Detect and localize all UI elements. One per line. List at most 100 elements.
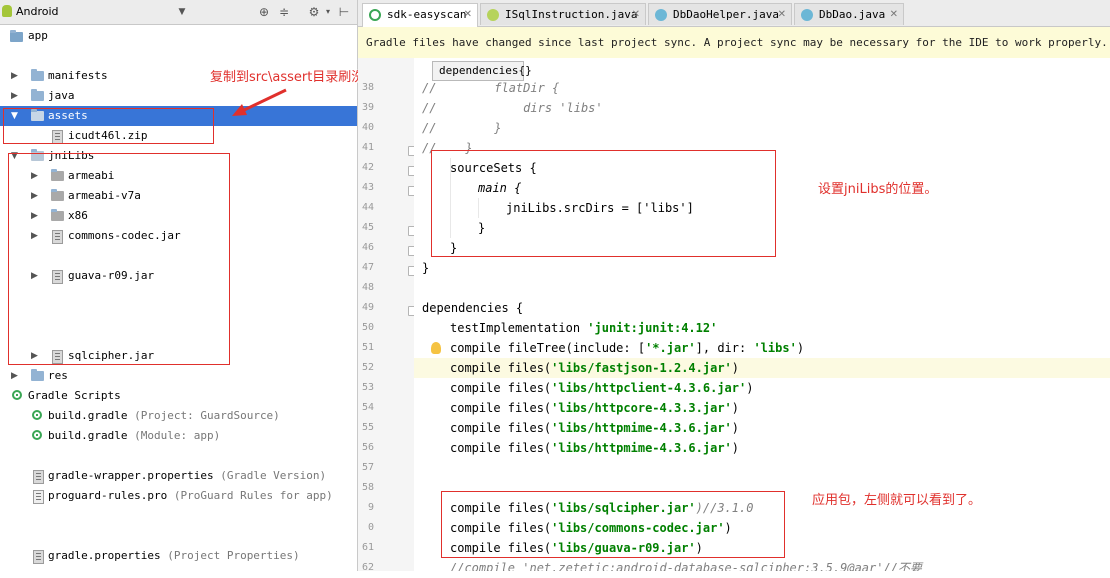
line-number: 47: [361, 262, 374, 273]
gradle-icon: [12, 390, 22, 400]
line-number: 52: [361, 362, 374, 373]
project-panel: Android ▼ ⊕ ≑ ⚙ ▾ ⊢ app ▶ manifests ▶ ja…: [0, 0, 358, 571]
tree-item-label: gradle-wrapper.properties: [48, 469, 214, 482]
tree-item-label: build.gradle: [48, 429, 128, 442]
tree-item-note: (Module: app): [134, 429, 221, 442]
tree-item-note: (Project Properties): [167, 549, 300, 562]
code-line: compile files('libs/httpclient-4.3.6.jar…: [450, 381, 754, 395]
code-line: compile fileTree(include: ['*.jar'], dir…: [450, 341, 805, 355]
interface-icon: [487, 9, 499, 21]
line-number: 43: [361, 182, 374, 193]
tree-item-note: (Gradle Version): [220, 469, 327, 482]
highlight-box-assets: [3, 108, 214, 144]
sync-icon[interactable]: ⊕: [256, 4, 272, 20]
line-number: 46: [361, 242, 374, 253]
line-number: 42: [361, 162, 374, 173]
line-number: 62: [361, 562, 374, 573]
tree-item-res[interactable]: ▶ res: [0, 366, 357, 386]
folder-icon: [31, 369, 44, 381]
code-line: // }: [422, 121, 502, 135]
collapse-icon[interactable]: ≑: [276, 4, 292, 20]
gradle-icon: [369, 9, 381, 21]
tree-item-note: (Project: GuardSource): [134, 409, 280, 422]
tab-label: sdk-easyscan: [387, 8, 467, 21]
tree-item-label: build.gradle: [48, 409, 128, 422]
close-icon[interactable]: ✕: [464, 4, 472, 26]
tab-label: ISqlInstruction.java: [505, 8, 638, 21]
hide-panel-icon[interactable]: ⊢: [336, 4, 352, 20]
lightbulb-icon[interactable]: [431, 342, 441, 354]
tree-item-label: manifests: [48, 69, 108, 82]
code-line: compile files('libs/httpcore-4.3.3.jar'): [450, 401, 740, 415]
tree-item-label: gradle.properties: [48, 549, 161, 562]
gradle-icon: [32, 410, 42, 420]
tree-item-gradle-scripts[interactable]: Gradle Scripts: [0, 386, 357, 406]
line-number: 50: [361, 322, 374, 333]
tab-sdk-easyscan[interactable]: sdk-easyscan ✕: [362, 3, 478, 27]
tree-item-label: Gradle Scripts: [28, 389, 121, 402]
expand-arrow-icon[interactable]: ▶: [11, 66, 21, 86]
project-panel-header: Android ▼ ⊕ ≑ ⚙ ▾ ⊢: [0, 0, 357, 25]
expand-arrow-icon[interactable]: ▶: [11, 366, 21, 386]
annotation-arrow: [232, 88, 287, 116]
code-line: //compile 'net.zetetic:android-database-…: [450, 561, 922, 571]
folder-icon: [31, 69, 44, 81]
tree-item-label: app: [28, 29, 48, 42]
line-number: 9: [367, 502, 374, 513]
chevron-down-icon[interactable]: ▼: [174, 4, 190, 20]
code-line: // dirs 'libs': [422, 101, 603, 115]
tree-item-label: java: [48, 89, 75, 102]
tree-item-label: res: [48, 369, 68, 382]
code-line: compile files('libs/httpmime-4.3.6.jar'): [450, 441, 740, 455]
tab-isqlinstruction[interactable]: ISqlInstruction.java ✕: [480, 3, 646, 25]
line-number: 39: [361, 102, 374, 113]
tab-label: DbDaoHelper.java: [673, 8, 779, 21]
close-icon[interactable]: ✕: [890, 4, 898, 26]
tree-item-gradle-wrapper[interactable]: gradle-wrapper.properties (Gradle Versio…: [0, 466, 357, 486]
code-line: dependencies {: [422, 301, 524, 315]
breadcrumb-popup[interactable]: dependencies{}: [432, 61, 532, 81]
tree-item-build-gradle-project[interactable]: build.gradle (Project: GuardSource): [0, 406, 357, 426]
line-number: 61: [361, 542, 374, 553]
highlight-box-jnilibs: [8, 153, 230, 365]
line-number: 49: [361, 302, 374, 313]
tree-item-proguard-rules[interactable]: proguard-rules.pro (ProGuard Rules for a…: [0, 486, 357, 506]
gear-dropdown-icon[interactable]: ▾: [320, 4, 336, 20]
close-icon[interactable]: ✕: [632, 4, 640, 26]
module-folder-icon: [10, 30, 23, 42]
line-number: 48: [361, 282, 374, 293]
line-number: 38: [361, 82, 374, 93]
line-number: 40: [361, 122, 374, 133]
view-selector[interactable]: Android: [16, 5, 59, 18]
line-number: 41: [361, 142, 374, 153]
code-line: compile files('libs/httpmime-4.3.6.jar'): [450, 421, 740, 435]
tab-dbdaohelper[interactable]: DbDaoHelper.java ✕: [648, 3, 792, 25]
tree-item-gradle-properties[interactable]: gradle.properties (Project Properties): [0, 546, 357, 566]
expand-arrow-icon[interactable]: ▶: [11, 86, 21, 106]
tab-dbdao[interactable]: DbDao.java ✕: [794, 3, 904, 25]
tree-item-build-gradle-module[interactable]: build.gradle (Module: app): [0, 426, 357, 446]
tab-label: DbDao.java: [819, 8, 886, 21]
text-file-icon: [33, 490, 44, 504]
highlight-box-sourcesets: [431, 150, 776, 257]
line-number: 44: [361, 202, 374, 213]
annotation-jars-note: 应用包，左侧就可以看到了。: [812, 493, 982, 508]
android-icon: [2, 5, 12, 17]
folder-icon: [31, 89, 44, 101]
gradle-sync-notification: Gradle files have changed since last pro…: [358, 27, 1110, 59]
properties-file-icon: [33, 470, 44, 484]
line-number: 56: [361, 442, 374, 453]
annotation-jnilibs-note: 设置jniLibs的位置。: [818, 182, 938, 197]
line-number: 45: [361, 222, 374, 233]
gradle-icon: [32, 430, 42, 440]
code-line: testImplementation 'junit:junit:4.12': [450, 321, 718, 335]
line-number: 57: [361, 462, 374, 473]
highlight-box-jar-deps: [441, 491, 785, 558]
tree-item-java[interactable]: ▶ java: [0, 86, 357, 106]
line-number: 53: [361, 382, 374, 393]
close-icon[interactable]: ✕: [778, 4, 786, 26]
class-icon: [655, 9, 667, 21]
editor-gutter: 38 39 40 41 42 43 44 45 46 47 48 49 50 5…: [358, 58, 418, 573]
tree-item-app[interactable]: app: [0, 26, 357, 46]
line-number: 0: [367, 522, 374, 533]
